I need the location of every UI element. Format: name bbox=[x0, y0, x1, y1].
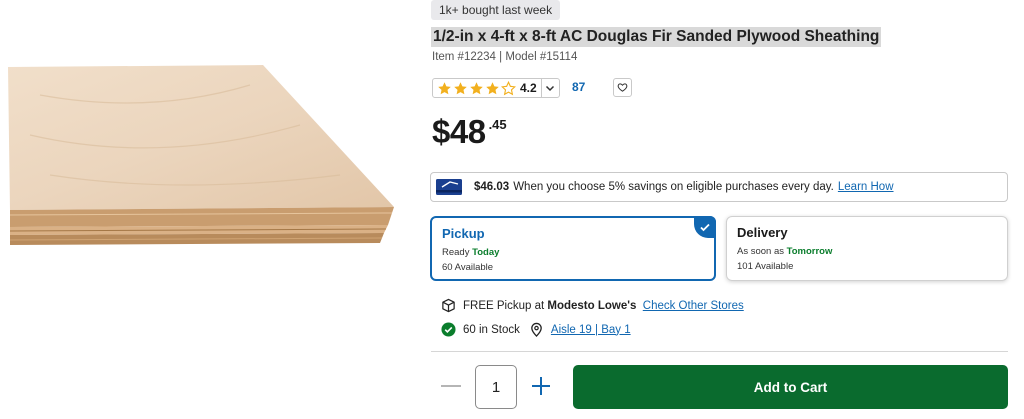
star-icon bbox=[470, 81, 483, 94]
delivery-available: 101 Available bbox=[737, 261, 794, 272]
divider bbox=[431, 351, 1008, 352]
savings-text: When you choose 5% savings on eligible p… bbox=[513, 181, 834, 193]
delivery-option[interactable]: Delivery As soon as Tomorrow 101 Availab… bbox=[726, 216, 1008, 281]
star-outline-icon bbox=[501, 80, 516, 95]
delivery-title: Delivery bbox=[737, 225, 788, 240]
check-circle-icon bbox=[441, 322, 456, 337]
star-icon bbox=[486, 81, 499, 94]
quantity-increase-button[interactable] bbox=[530, 375, 552, 397]
star-rating bbox=[437, 80, 516, 96]
map-pin-icon bbox=[531, 322, 542, 337]
learn-how-link[interactable]: Learn How bbox=[838, 181, 894, 193]
credit-card-icon bbox=[436, 179, 462, 195]
savings-banner: $46.03 When you choose 5% savings on eli… bbox=[430, 172, 1008, 202]
add-to-cart-button[interactable]: Add to Cart bbox=[573, 365, 1008, 409]
product-image bbox=[8, 65, 394, 245]
pickup-ready: Ready Today bbox=[442, 247, 500, 258]
quantity-input[interactable] bbox=[475, 365, 517, 409]
item-model-number: Item #12234 | Model #15114 bbox=[432, 51, 578, 63]
star-icon bbox=[438, 81, 451, 94]
heart-icon bbox=[617, 83, 628, 92]
rating-box[interactable]: 4.2 bbox=[432, 78, 560, 98]
bought-badge: 1k+ bought last week bbox=[431, 0, 561, 20]
product-title: 1/2-in x 4-ft x 8-ft AC Douglas Fir Sand… bbox=[431, 27, 882, 47]
price: $48 .45 bbox=[432, 112, 507, 152]
chevron-down-icon bbox=[546, 85, 555, 92]
quantity-decrease-button[interactable] bbox=[441, 385, 461, 387]
favorite-button[interactable] bbox=[613, 78, 632, 97]
store-name: Modesto Lowe's bbox=[547, 299, 637, 312]
delivery-eta: As soon as Tomorrow bbox=[737, 246, 833, 257]
aisle-location-link[interactable]: Aisle 19 | Bay 1 bbox=[551, 324, 631, 336]
pickup-title: Pickup bbox=[442, 226, 485, 241]
stock-count: 60 in Stock bbox=[463, 323, 520, 336]
pickup-option[interactable]: Pickup Ready Today 60 Available bbox=[430, 216, 716, 281]
rating-dropdown[interactable] bbox=[540, 79, 559, 97]
star-icon bbox=[454, 81, 467, 94]
box-icon bbox=[442, 298, 455, 313]
price-cents: .45 bbox=[488, 117, 507, 132]
price-dollars: $48 bbox=[432, 113, 486, 150]
pickup-available: 60 Available bbox=[442, 262, 494, 273]
review-count-link[interactable]: 87 bbox=[572, 80, 585, 94]
check-other-stores-link[interactable]: Check Other Stores bbox=[643, 300, 744, 312]
free-pickup-line: FREE Pickup at Modesto Lowe's Check Othe… bbox=[441, 298, 744, 313]
savings-amount: $46.03 bbox=[474, 181, 510, 193]
rating-value: 4.2 bbox=[520, 81, 537, 95]
stock-line: 60 in Stock Aisle 19 | Bay 1 bbox=[441, 322, 631, 337]
